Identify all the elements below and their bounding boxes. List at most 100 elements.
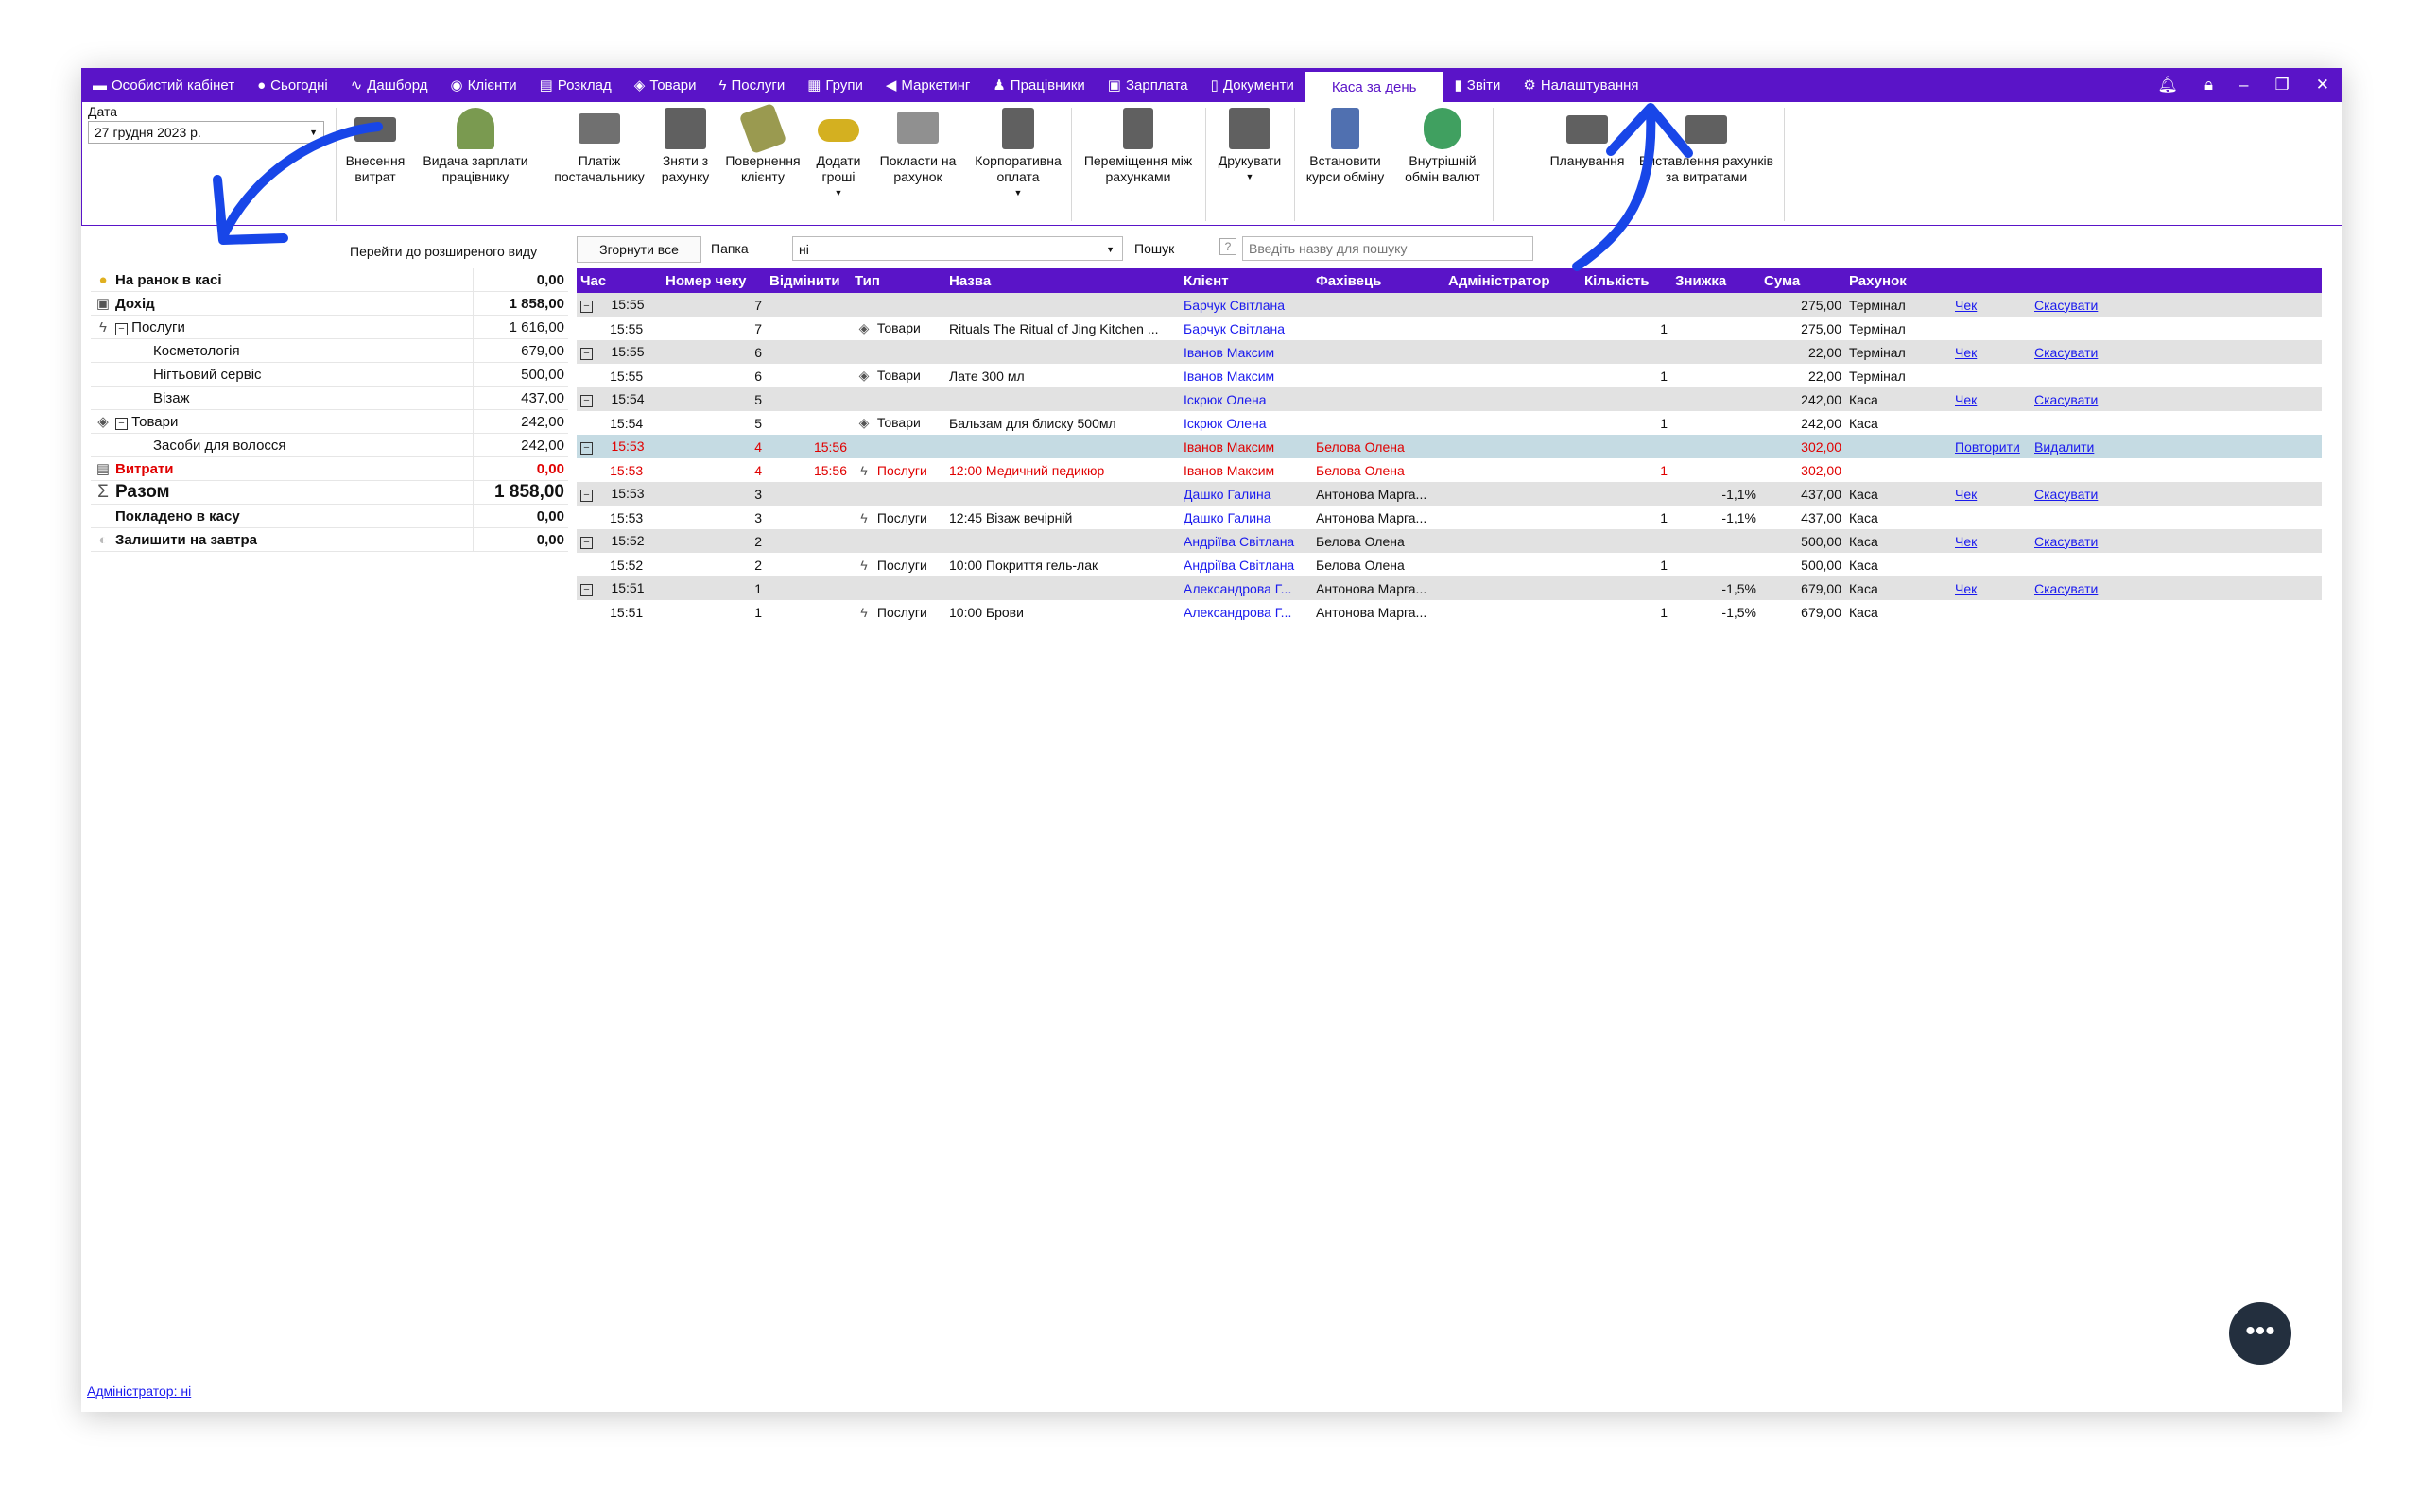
nav-marketing[interactable]: ◀ Маркетинг — [874, 68, 981, 102]
folder-select[interactable]: ні ▼ — [792, 236, 1123, 261]
table-row[interactable]: − 15:51 1 Александрова Г... Антонова Марга.… — [577, 576, 2322, 600]
cell-action-1[interactable]: Чек — [1951, 293, 2031, 317]
help-icon[interactable]: ? — [1219, 238, 1236, 255]
cell-action-1[interactable]: Чек — [1951, 576, 2031, 600]
cell-action-2[interactable]: Скасувати — [2031, 529, 2116, 553]
col-discount[interactable]: Знижка — [1671, 268, 1760, 293]
cell-action-1[interactable] — [1951, 458, 2031, 482]
nav-clients[interactable]: ◉ Клієнти — [439, 68, 527, 102]
col-name[interactable]: Назва — [945, 268, 1180, 293]
collapse-toggle[interactable]: − — [580, 537, 593, 549]
nav-employees[interactable]: ♟ Працівники — [981, 68, 1096, 102]
close-icon[interactable]: ✕ — [2316, 76, 2329, 94]
collapse-toggle[interactable]: − — [115, 417, 128, 430]
deposit-to-account-button[interactable]: Покласти на рахунок — [873, 102, 963, 185]
table-row[interactable]: 15:55 6 ◈ Товари Лате 300 мл Іванов Максим 1 2… — [577, 364, 2322, 387]
bell-icon[interactable]: 🔔︎ — [2157, 76, 2178, 94]
summary-row[interactable]: ϟ − Послуги 1 616,00 — [91, 315, 568, 339]
summary-row[interactable]: Покладено в касу 0,00 — [91, 504, 568, 528]
cell-action-2[interactable] — [2031, 458, 2116, 482]
col-receipt-number[interactable]: Номер чеку — [662, 268, 766, 293]
cell-action-2[interactable]: Скасувати — [2031, 340, 2116, 364]
collapse-toggle[interactable]: − — [115, 322, 128, 335]
restore-icon[interactable]: ❐ — [2275, 76, 2290, 94]
col-sum[interactable]: Сума — [1760, 268, 1845, 293]
col-admin[interactable]: Адміністратор — [1444, 268, 1581, 293]
add-expenses-button[interactable]: Внесення витрат — [339, 102, 411, 185]
nav-salary[interactable]: ▣ Зарплата — [1097, 68, 1200, 102]
cell-action-1[interactable]: Повторити — [1951, 435, 2031, 458]
table-row[interactable]: − 15:53 3 Дашко Галина Антонова Марга... -1,… — [577, 482, 2322, 506]
lock-icon[interactable]: 🔒︎ — [2204, 76, 2213, 94]
add-money-button[interactable]: Додати гроші ▼ — [808, 102, 869, 201]
cell-action-1[interactable]: Чек — [1951, 482, 2031, 506]
collapse-toggle[interactable]: − — [580, 442, 593, 455]
print-button[interactable]: Друкувати ▼ — [1209, 102, 1290, 185]
col-account[interactable]: Рахунок — [1845, 268, 1951, 293]
cell-action-1[interactable] — [1951, 506, 2031, 529]
pay-salary-button[interactable]: Видача зарплати працівнику — [413, 102, 538, 185]
summary-row[interactable]: Σ Разом 1 858,00 — [91, 480, 568, 505]
summary-row[interactable]: Нігтьовий сервіс 500,00 — [91, 362, 568, 387]
cell-action-2[interactable] — [2031, 364, 2116, 387]
summary-row[interactable]: Косметологія 679,00 — [91, 338, 568, 363]
chat-icon[interactable]: ••• — [2229, 1302, 2291, 1365]
cell-action-1[interactable] — [1951, 364, 2031, 387]
expense-invoicing-button[interactable]: Виставлення рахунків за витратами — [1633, 102, 1780, 185]
cell-action-2[interactable]: Скасувати — [2031, 576, 2116, 600]
summary-row[interactable]: Візаж 437,00 — [91, 386, 568, 410]
table-row[interactable]: 15:55 7 ◈ Товари Rituals The Ritual of Jing… — [577, 317, 2322, 340]
nav-settings[interactable]: ⚙ Налаштування — [1512, 68, 1650, 102]
corporate-payment-button[interactable]: Корпоративна оплата ▼ — [967, 102, 1069, 201]
summary-row[interactable]: ▣ Дохід 1 858,00 — [91, 291, 568, 316]
cell-action-2[interactable] — [2031, 317, 2116, 340]
summary-row[interactable]: ▤ Витрати 0,00 — [91, 456, 568, 481]
set-exchange-rates-button[interactable]: Встановити курси обміну — [1298, 102, 1392, 185]
goto-extended-view-link[interactable]: Перейти до розширеного виду — [350, 244, 537, 259]
table-row[interactable]: 15:54 5 ◈ Товари Бальзам для блиску 500мл Іс… — [577, 411, 2322, 435]
cell-action-1[interactable]: Чек — [1951, 387, 2031, 411]
collapse-toggle[interactable]: − — [580, 395, 593, 407]
summary-row[interactable]: ◈ − Товари 242,00 — [91, 409, 568, 434]
summary-row[interactable]: ● На ранок в касі 0,00 — [91, 268, 568, 292]
supplier-payment-button[interactable]: Платіж постачальнику — [547, 102, 651, 185]
col-type[interactable]: Тип — [851, 268, 945, 293]
cell-action-2[interactable] — [2031, 553, 2116, 576]
cell-action-1[interactable] — [1951, 600, 2031, 624]
col-specialist[interactable]: Фахівець — [1312, 268, 1444, 293]
table-row[interactable]: 15:53 3 ϟ Послуги 12:45 Візаж вечірній Дашко… — [577, 506, 2322, 529]
table-row[interactable]: − 15:55 6 Іванов Максим 22,00 Термінал Чек Ска… — [577, 340, 2322, 364]
col-quantity[interactable]: Кількість — [1581, 268, 1671, 293]
cell-action-2[interactable] — [2031, 506, 2116, 529]
cell-action-2[interactable]: Скасувати — [2031, 387, 2116, 411]
search-input[interactable] — [1242, 236, 1533, 261]
table-row[interactable]: − 15:52 2 Андріїва Світлана Белова Олена 500… — [577, 529, 2322, 553]
nav-personal-cabinet[interactable]: ▬ Особистий кабінет — [81, 68, 246, 102]
cell-action-2[interactable]: Скасувати — [2031, 293, 2116, 317]
nav-documents[interactable]: ▯ Документи — [1200, 68, 1305, 102]
date-select[interactable]: 27 грудня 2023 р. ▼ — [88, 121, 324, 144]
nav-reports[interactable]: ▮ Звіти — [1443, 68, 1512, 102]
internal-currency-exchange-button[interactable]: Внутрішній обмін валют — [1396, 102, 1489, 185]
cell-action-1[interactable]: Чек — [1951, 340, 2031, 364]
table-row[interactable]: − 15:53 4 15:56 Іванов Максим Белова Олена 30… — [577, 435, 2322, 458]
table-row[interactable]: − 15:54 5 Іскрюк Олена 242,00 Каса Чек Скасува… — [577, 387, 2322, 411]
nav-services[interactable]: ϟ Послуги — [708, 68, 797, 102]
table-row[interactable]: 15:52 2 ϟ Послуги 10:00 Покриття гель-лак Ан… — [577, 553, 2322, 576]
withdraw-button[interactable]: Зняти з рахунку — [655, 102, 716, 185]
cell-action-1[interactable] — [1951, 553, 2031, 576]
transfer-between-accounts-button[interactable]: Переміщення між рахунками — [1075, 102, 1201, 185]
nav-today[interactable]: ● Сьогодні — [246, 68, 339, 102]
client-refund-button[interactable]: Повернення клієнту — [719, 102, 806, 185]
nav-schedule[interactable]: ▤ Розклад — [528, 68, 623, 102]
cell-action-1[interactable] — [1951, 317, 2031, 340]
cell-action-2[interactable] — [2031, 411, 2116, 435]
minimize-icon[interactable]: – — [2239, 76, 2248, 94]
summary-row[interactable]: Засоби для волосся 242,00 — [91, 433, 568, 457]
planning-button[interactable]: Планування — [1542, 102, 1633, 169]
table-row[interactable]: − 15:55 7 Барчук Світлана 275,00 Термінал Чек… — [577, 293, 2322, 317]
collapse-toggle[interactable]: − — [580, 584, 593, 596]
summary-row[interactable]: ◐ Залишити на завтра 0,00 — [91, 527, 568, 552]
table-row[interactable]: 15:51 1 ϟ Послуги 10:00 Брови Александрова Г… — [577, 600, 2322, 624]
table-row[interactable]: 15:53 4 15:56 ϟ Послуги 12:00 Медичний педик… — [577, 458, 2322, 482]
